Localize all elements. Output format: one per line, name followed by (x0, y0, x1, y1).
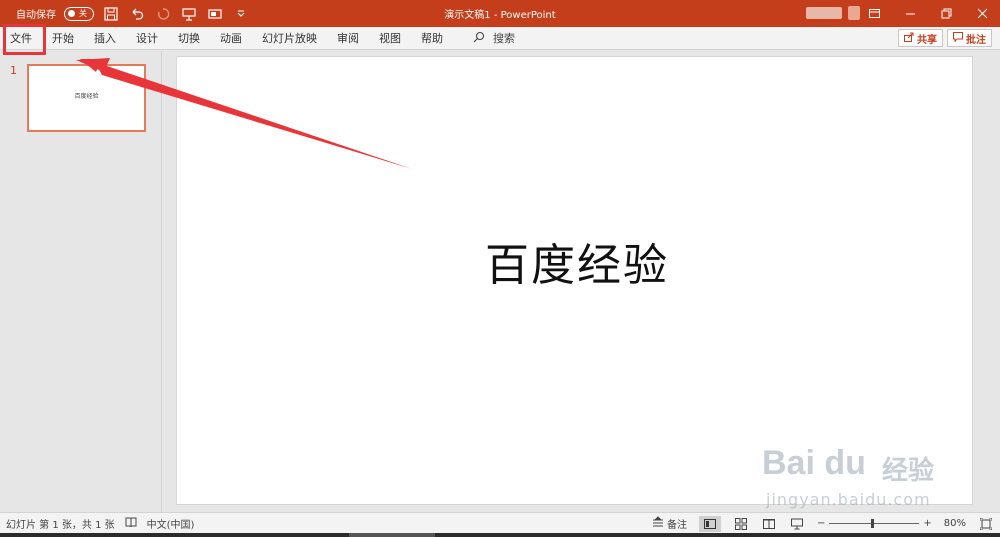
normal-view-icon[interactable] (698, 515, 721, 532)
tab-help[interactable]: 帮助 (411, 27, 453, 50)
zoom-control[interactable]: − + (817, 518, 932, 529)
watermark-brand: Bai du (762, 444, 866, 482)
window-controls (856, 0, 1000, 27)
taskbar (0, 533, 1000, 537)
tab-transitions[interactable]: 切换 (168, 27, 210, 50)
notes-label: 备注 (666, 520, 687, 531)
user-account[interactable] (806, 6, 860, 20)
ribbon-tabs: 文件 开始 插入 设计 切换 动画 幻灯片放映 审阅 视图 帮助 搜索 共享 批… (0, 27, 1000, 50)
search-label: 搜索 (493, 32, 515, 45)
autosave-toggle[interactable]: 关 (64, 6, 94, 21)
undo-icon[interactable] (128, 5, 146, 23)
annotation-highlight-box (3, 24, 46, 55)
tab-slideshow[interactable]: 幻灯片放映 (252, 27, 327, 50)
ribbon-display-button[interactable] (856, 0, 892, 27)
comment-icon (953, 31, 963, 45)
slide-sorter-icon[interactable] (733, 516, 749, 532)
tab-home[interactable]: 开始 (42, 27, 84, 50)
language-indicator[interactable]: 中文(中国) (147, 516, 195, 531)
status-bar: 幻灯片 第 1 张，共 1 张 中文(中国) 备注 − + 80% (0, 512, 1000, 533)
baidu-watermark: Bai du 经验 jingyan.baidu.com (742, 430, 967, 510)
search-box[interactable]: 搜索 (473, 30, 515, 46)
slide-thumbnail-pane: 1 百度经验 (0, 51, 162, 512)
user-name-blurred (806, 7, 842, 19)
comments-button[interactable]: 批注 (947, 29, 992, 47)
tab-animations[interactable]: 动画 (210, 27, 252, 50)
notes-icon (652, 516, 664, 531)
layout-icon[interactable] (206, 5, 224, 23)
tab-view[interactable]: 视图 (369, 27, 411, 50)
presentation-icon[interactable] (180, 5, 198, 23)
toggle-knob (68, 10, 75, 17)
save-icon[interactable] (102, 5, 120, 23)
share-label: 共享 (917, 34, 937, 46)
zoom-track[interactable] (829, 519, 920, 528)
document-title: 演示文稿1 - PowerPoint (444, 10, 556, 21)
quick-access-toolbar: 自动保存 关 (0, 0, 250, 27)
search-icon (473, 31, 485, 46)
notes-button[interactable]: 备注 (652, 516, 687, 531)
autosave-label: 自动保存 (16, 10, 56, 21)
zoom-level[interactable]: 80% (944, 518, 966, 529)
customize-qat-icon[interactable] (232, 5, 250, 23)
watermark-brand-cn: 经验 (882, 456, 935, 486)
fit-to-window-icon[interactable] (978, 516, 994, 532)
slideshow-view-icon[interactable] (789, 516, 805, 532)
tab-insert[interactable]: 插入 (84, 27, 126, 50)
minimize-button[interactable] (892, 0, 928, 27)
share-button[interactable]: 共享 (898, 29, 943, 47)
taskbar-item[interactable] (349, 533, 435, 537)
tab-review[interactable]: 审阅 (327, 27, 369, 50)
autosave-state: 关 (79, 9, 87, 18)
reading-view-icon[interactable] (761, 516, 777, 532)
zoom-thumb[interactable] (871, 519, 875, 528)
tab-design[interactable]: 设计 (126, 27, 168, 50)
vertical-scrollbar[interactable] (988, 51, 1000, 512)
share-icon (904, 32, 914, 45)
redo-icon[interactable] (154, 5, 172, 23)
thumbnail-number: 1 (10, 64, 17, 77)
slide-info: 幻灯片 第 1 张，共 1 张 (6, 519, 115, 531)
thumbnail-text: 百度经验 (74, 92, 99, 100)
comment-label: 批注 (966, 34, 986, 46)
close-button[interactable] (964, 0, 1000, 27)
zoom-out-icon[interactable]: − (817, 518, 825, 529)
restore-button[interactable] (928, 0, 964, 27)
title-bar: 自动保存 关 演示文稿1 - PowerPoint (0, 0, 1000, 27)
zoom-in-icon[interactable]: + (923, 518, 931, 529)
accessibility-icon[interactable] (125, 516, 137, 531)
watermark-url: jingyan.baidu.com (766, 490, 931, 509)
slide-title-text[interactable]: 百度经验 (477, 229, 677, 293)
slide-thumbnail[interactable]: 百度经验 (27, 64, 146, 132)
